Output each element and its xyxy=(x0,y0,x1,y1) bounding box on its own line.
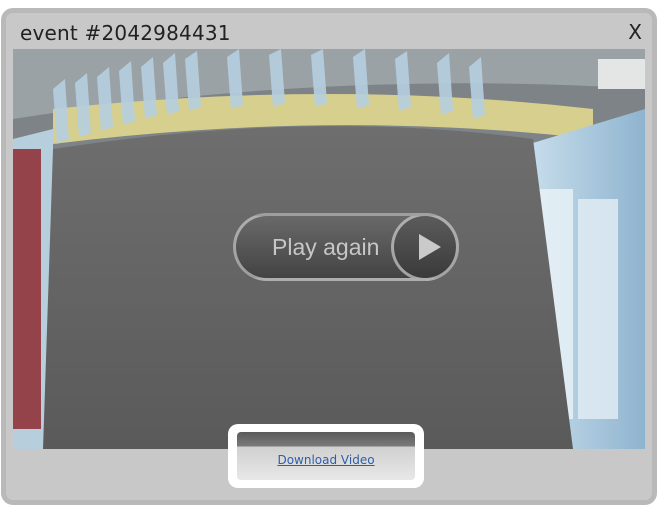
play-icon xyxy=(419,234,441,260)
download-video-link[interactable]: Download Video xyxy=(237,453,415,467)
video-frame[interactable]: Play again xyxy=(13,49,645,449)
play-again-label: Play again xyxy=(272,234,380,260)
play-circle[interactable] xyxy=(391,213,459,281)
play-again-button[interactable]: Play again xyxy=(233,213,459,281)
download-panel: Download Video xyxy=(237,432,415,480)
close-button[interactable]: X xyxy=(628,20,642,44)
download-highlight: Download Video xyxy=(228,424,424,488)
dialog-title: event #2042984431 xyxy=(20,21,231,45)
